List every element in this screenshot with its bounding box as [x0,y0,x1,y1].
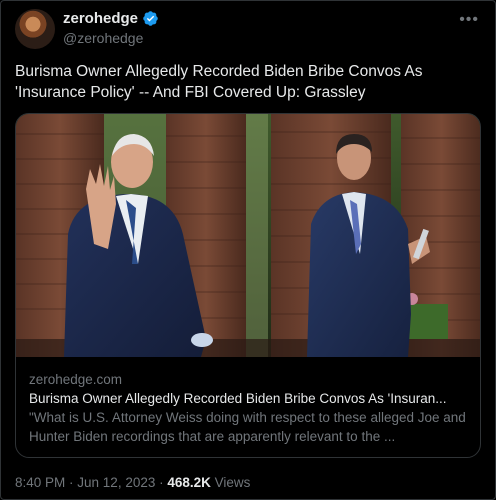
tweet-date[interactable]: Jun 12, 2023 [77,475,155,490]
tweet-text: Burisma Owner Allegedly Recorded Biden B… [15,63,423,101]
more-horizontal-icon[interactable]: ••• [459,11,479,29]
author-display-name[interactable]: zerohedge [63,10,138,27]
link-card-meta[interactable]: zerohedge.com Burisma Owner Allegedly Re… [16,357,480,457]
author-handle[interactable]: @zerohedge [63,30,143,46]
tweet-time[interactable]: 8:40 PM [15,475,65,490]
footer-separator-2: · [155,475,168,490]
tweet-header: zerohedge @zerohedge ••• [15,9,485,49]
author-name-row: zerohedge [63,10,159,27]
views-label: Views [210,475,251,490]
tweet-container: zerohedge @zerohedge ••• Burisma Owner A… [0,0,496,500]
tweet-footer: 8:40 PM · Jun 12, 2023 · 468.2K Views [15,475,250,490]
link-card-image[interactable] [16,114,481,357]
link-card-domain: zerohedge.com [29,372,123,387]
avatar[interactable] [15,9,55,49]
link-card-title: Burisma Owner Allegedly Recorded Biden B… [29,391,447,406]
footer-separator: · [65,475,78,490]
verified-badge-icon [143,11,158,26]
link-card-description: "What is U.S. Attorney Weiss doing with … [29,410,466,444]
link-card[interactable]: zerohedge.com Burisma Owner Allegedly Re… [15,113,481,458]
views-count[interactable]: 468.2K [167,475,211,490]
